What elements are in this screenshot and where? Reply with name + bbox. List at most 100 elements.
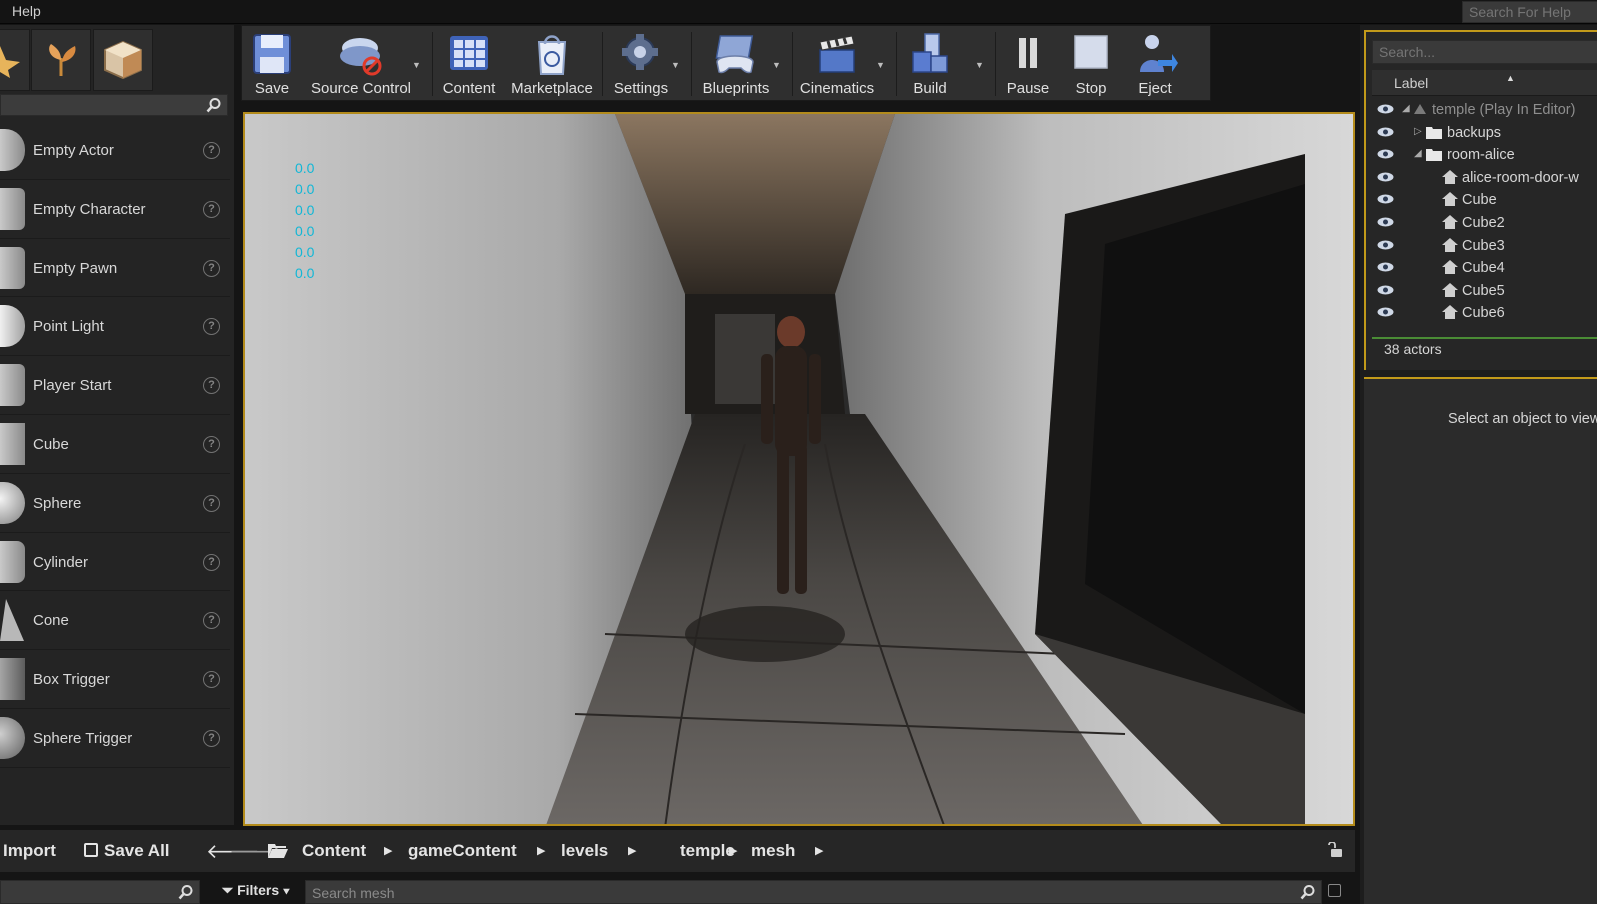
help-icon[interactable]: ? <box>203 259 220 277</box>
place-item-sphere-trigger[interactable]: Sphere Trigger ? <box>0 709 230 768</box>
stop-button[interactable]: Stop <box>1066 26 1116 102</box>
geometry-mode-tab[interactable] <box>93 29 153 91</box>
level-viewport[interactable]: 0.0 0.0 0.0 0.0 0.0 0.0 <box>243 112 1355 826</box>
breadcrumb-content[interactable]: Content <box>302 841 366 861</box>
help-icon[interactable]: ? <box>203 318 220 336</box>
breadcrumb-mesh[interactable]: mesh <box>751 841 795 861</box>
help-icon[interactable]: ? <box>203 377 220 395</box>
blueprints-button[interactable]: Blueprints <box>698 26 774 102</box>
menu-help[interactable]: Help <box>12 3 41 19</box>
visibility-eye-icon[interactable] <box>1377 149 1394 159</box>
help-search-input[interactable] <box>1462 1 1597 23</box>
visibility-eye-icon[interactable] <box>1377 104 1394 114</box>
import-button[interactable]: Import <box>3 841 56 861</box>
game-scene-render <box>245 114 1353 824</box>
save-all-button[interactable]: Save All <box>84 841 170 861</box>
help-icon[interactable]: ? <box>203 494 220 512</box>
expanded-arrow-icon[interactable]: ◢ <box>1402 103 1410 114</box>
source-control-dropdown-icon[interactable]: ▼ <box>412 60 421 70</box>
settings-button[interactable]: Settings <box>608 26 674 102</box>
visibility-eye-icon[interactable] <box>1377 285 1394 295</box>
visibility-eye-icon[interactable] <box>1377 240 1394 250</box>
foliage-mode-tab[interactable] <box>31 29 91 91</box>
place-item-cube[interactable]: Cube ? <box>0 415 230 474</box>
visibility-eye-icon[interactable] <box>1377 217 1394 227</box>
help-icon[interactable]: ? <box>203 729 220 747</box>
stat-value: 0.0 <box>295 160 315 176</box>
content-button[interactable]: Content <box>438 26 500 102</box>
collapsed-arrow-icon[interactable]: ▷ <box>1414 126 1422 137</box>
place-item-empty-character[interactable]: Empty Character ? <box>0 180 230 239</box>
tree-row-actor[interactable]: Cube <box>1372 189 1597 212</box>
tree-row-actor[interactable]: Cube5 <box>1372 280 1597 303</box>
place-search-input[interactable] <box>0 94 228 116</box>
marketplace-button[interactable]: Marketplace <box>508 26 596 102</box>
place-mode-tab[interactable] <box>0 29 30 91</box>
expanded-arrow-icon[interactable]: ◢ <box>1414 148 1422 159</box>
source-control-button[interactable]: Source Control <box>306 26 416 102</box>
visibility-eye-icon[interactable] <box>1377 194 1394 204</box>
place-item-box-trigger[interactable]: Box Trigger ? <box>0 650 230 709</box>
help-icon[interactable]: ? <box>203 435 220 453</box>
blueprints-gamepad-icon <box>715 35 754 74</box>
breadcrumb-temple[interactable]: temple <box>680 841 735 861</box>
build-dropdown-icon[interactable]: ▼ <box>975 60 984 70</box>
breadcrumb-arrow-icon[interactable]: ▶ <box>384 844 392 857</box>
build-button[interactable]: Build <box>902 26 958 102</box>
settings-dropdown-icon[interactable]: ▼ <box>671 60 680 70</box>
visibility-eye-icon[interactable] <box>1377 172 1394 182</box>
help-icon[interactable]: ? <box>203 671 220 689</box>
label-column-header[interactable]: Label <box>1394 75 1428 91</box>
outliner-search-input[interactable] <box>1372 40 1597 64</box>
static-mesh-icon <box>1442 237 1458 252</box>
pause-button[interactable]: Pause <box>1002 26 1054 102</box>
tree-row-actor[interactable]: Cube2 <box>1372 212 1597 235</box>
tree-row-actor[interactable]: Cube4 <box>1372 257 1597 280</box>
breadcrumb-levels[interactable]: levels <box>561 841 608 861</box>
visibility-eye-icon[interactable] <box>1377 307 1394 317</box>
visibility-eye-icon[interactable] <box>1377 262 1394 272</box>
blueprints-dropdown-icon[interactable]: ▼ <box>772 60 781 70</box>
place-item-player-start[interactable]: Player Start ? <box>0 356 230 415</box>
outliner-tree: ◢ temple (Play In Editor) ▷ backups ◢ ro… <box>1372 99 1597 339</box>
sphere-trigger-icon <box>0 716 25 759</box>
place-item-point-light[interactable]: Point Light ? <box>0 297 230 357</box>
filters-button[interactable]: ⏷ Filters ▾ <box>222 882 290 899</box>
tree-row-actor[interactable]: Cube6 <box>1372 302 1597 325</box>
unlock-icon[interactable] <box>1327 842 1343 858</box>
tree-row-folder[interactable]: ▷ backups <box>1372 122 1597 145</box>
tree-row-actor[interactable]: alice-room-door-w <box>1372 167 1597 190</box>
save-search-icon[interactable] <box>1328 884 1341 897</box>
place-item-empty-actor[interactable]: Empty Actor ? <box>0 121 230 180</box>
cinematics-dropdown-icon[interactable]: ▼ <box>876 60 885 70</box>
help-icon[interactable]: ? <box>203 553 220 571</box>
stat-value: 0.0 <box>295 223 315 239</box>
eject-button[interactable]: Eject <box>1130 26 1180 102</box>
place-item-empty-pawn[interactable]: Empty Pawn ? <box>0 239 230 298</box>
asset-search-input[interactable]: Search mesh <box>305 880 1322 904</box>
help-icon[interactable]: ? <box>203 612 220 630</box>
geometry-mode-icon <box>104 40 142 80</box>
visibility-eye-icon[interactable] <box>1377 127 1394 137</box>
tree-row-level[interactable]: ◢ temple (Play In Editor) <box>1372 99 1597 122</box>
save-button[interactable]: Save <box>244 26 300 102</box>
cinematics-label: Cinematics <box>799 80 875 97</box>
tree-row-folder[interactable]: ◢ room-alice <box>1372 144 1597 167</box>
search-icon <box>1300 885 1315 900</box>
breadcrumb-arrow-icon[interactable]: ▶ <box>815 844 823 857</box>
place-item-cone[interactable]: Cone ? <box>0 591 230 651</box>
breadcrumb-gamecontent[interactable]: gameContent <box>408 841 517 861</box>
breadcrumb-arrow-icon[interactable]: ▶ <box>628 844 636 857</box>
help-icon[interactable]: ? <box>203 142 220 159</box>
place-item-sphere[interactable]: Sphere ? <box>0 474 230 533</box>
breadcrumb-arrow-icon[interactable]: ▶ <box>537 844 545 857</box>
outliner-column-header[interactable]: Label ▲ <box>1372 70 1597 96</box>
breadcrumb-arrow-icon[interactable]: ▶ <box>729 844 737 857</box>
tree-row-actor[interactable]: Cube3 <box>1372 235 1597 258</box>
cinematics-button[interactable]: Cinematics <box>798 26 876 102</box>
place-item-cylinder[interactable]: Cylinder ? <box>0 533 230 592</box>
help-icon[interactable]: ? <box>203 200 220 218</box>
static-mesh-icon <box>1442 282 1458 297</box>
asset-tree-search-input[interactable] <box>0 880 200 904</box>
stat-readout: 0.0 0.0 0.0 0.0 0.0 0.0 <box>295 158 314 284</box>
